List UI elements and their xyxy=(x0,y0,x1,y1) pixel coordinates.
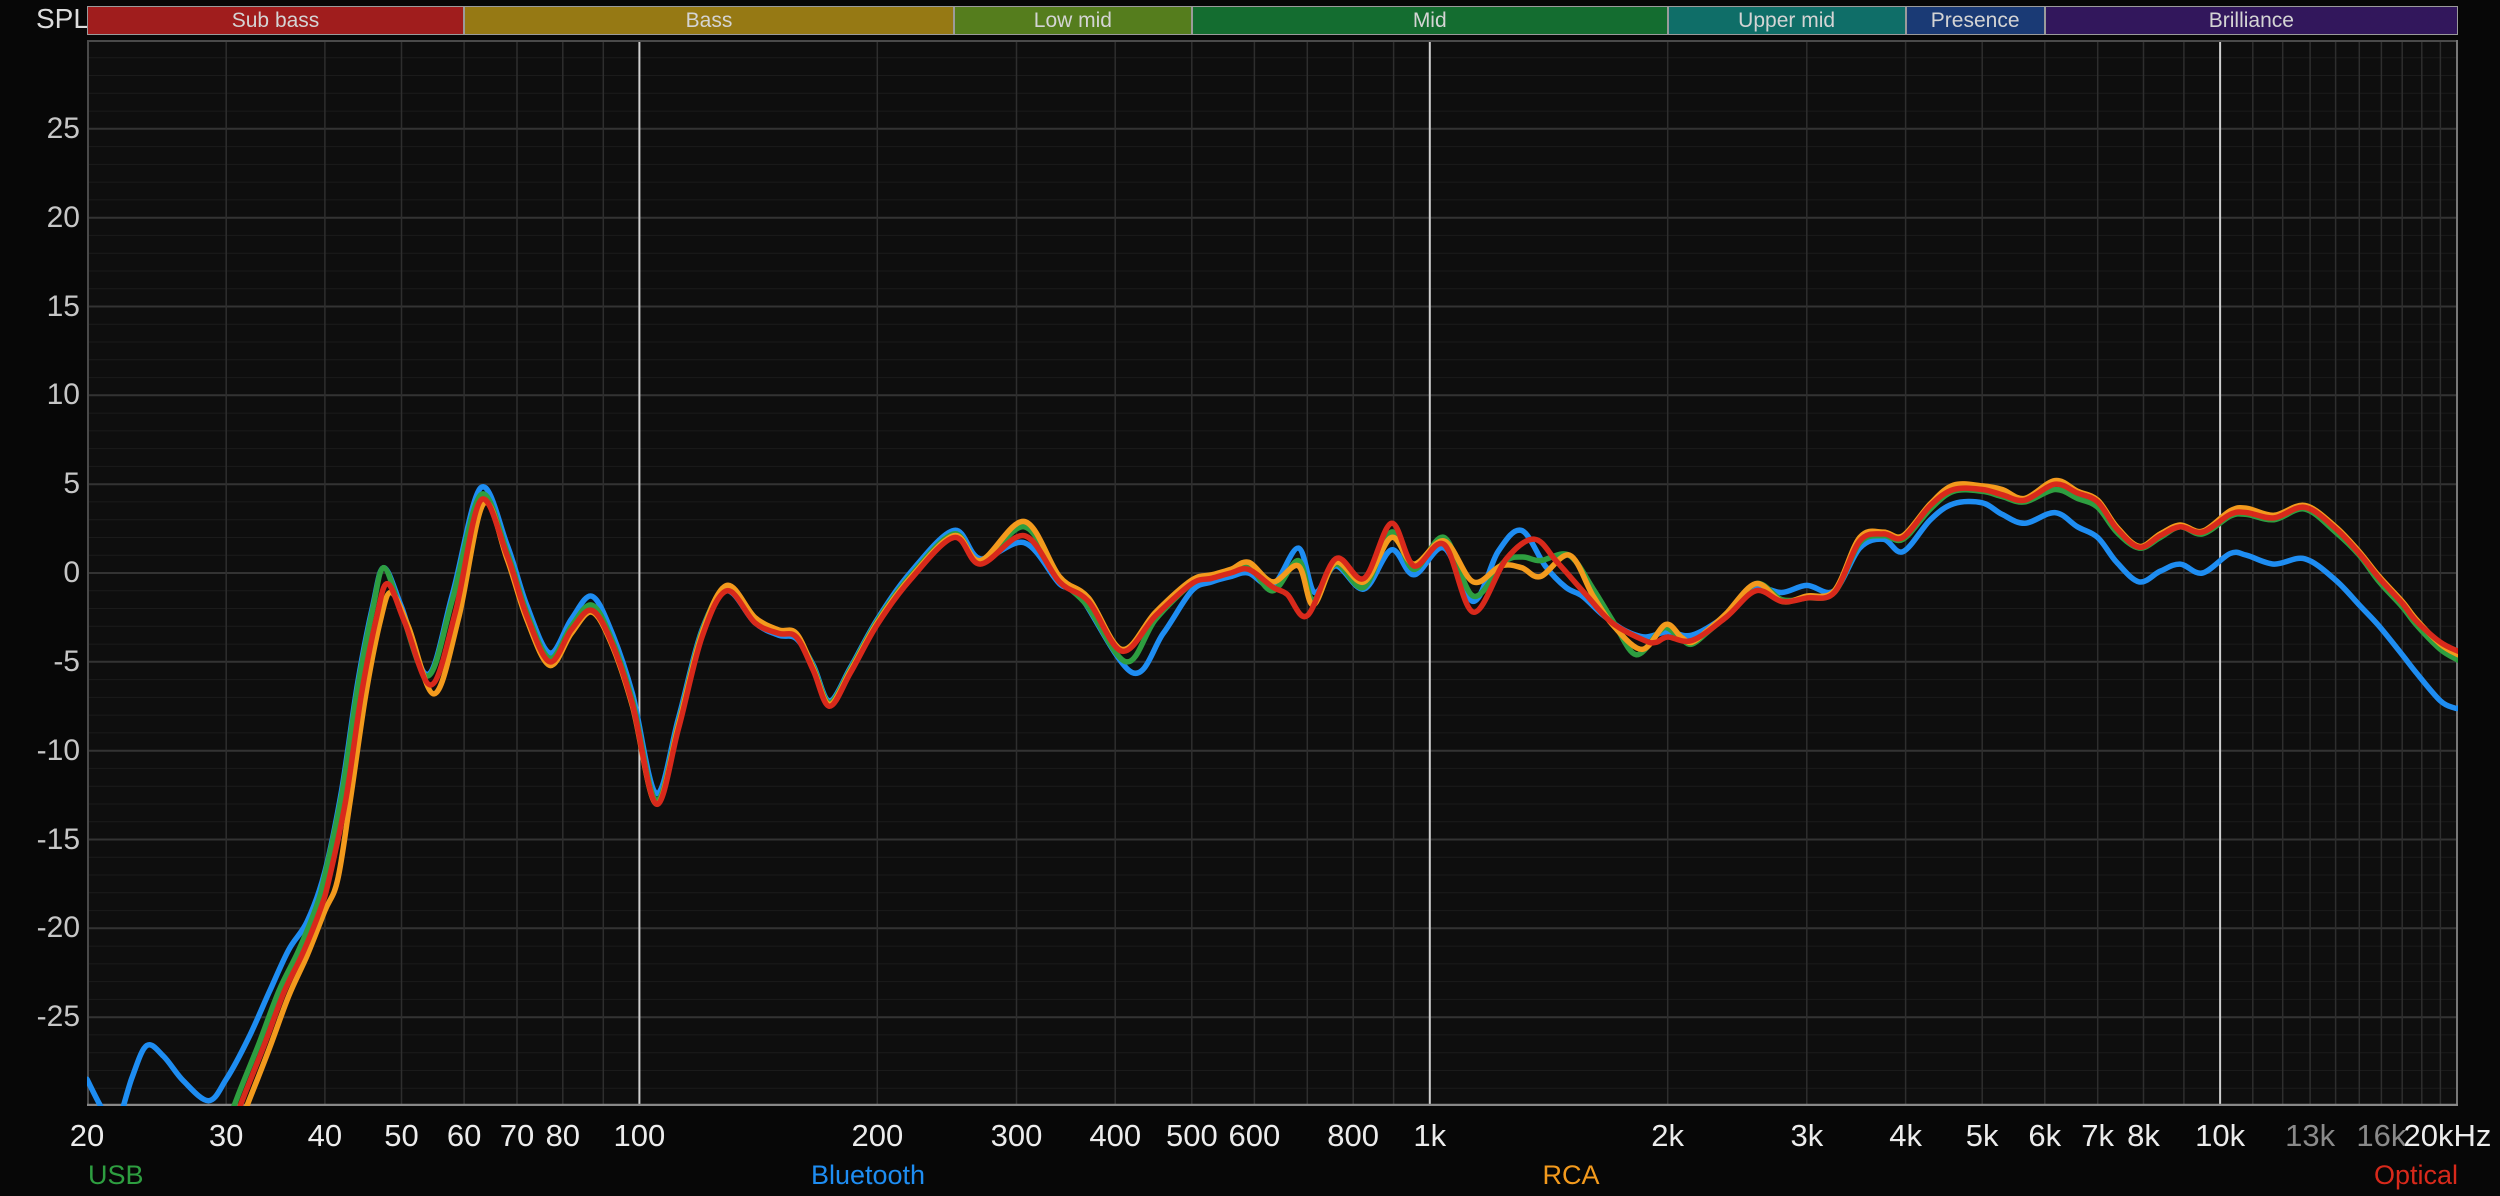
curve-usb xyxy=(231,486,2458,1106)
x-tick-200: 200 xyxy=(851,1118,904,1153)
y-tick-25: 25 xyxy=(46,111,80,145)
band-sub-bass: Sub bass xyxy=(87,6,465,35)
x-tick-300: 300 xyxy=(990,1118,1043,1153)
curve-optical xyxy=(237,481,2458,1106)
band-presence: Presence xyxy=(1905,6,2045,35)
band-upper-mid: Upper mid xyxy=(1667,6,1906,35)
x-tick-70: 70 xyxy=(499,1118,535,1153)
x-tick-1k: 1k xyxy=(1413,1118,1447,1153)
legend-usb: USB xyxy=(88,1160,144,1190)
y-tick-20: 20 xyxy=(46,200,80,234)
band-brilliance: Brilliance xyxy=(2044,6,2458,35)
x-tick-800: 800 xyxy=(1327,1118,1380,1153)
x-axis-tick-labels: 20 30 40 50 60 70 80 100 200 300 400 500 600 800 1k 2k 3… xyxy=(0,1118,2500,1158)
y-tick--20: -20 xyxy=(36,911,80,945)
x-tick-400: 400 xyxy=(1089,1118,1142,1153)
x-tick-6k: 6k xyxy=(2028,1118,2062,1153)
x-tick-100: 100 xyxy=(613,1118,666,1153)
frequency-response-chart xyxy=(87,40,2458,1106)
x-tick-40: 40 xyxy=(307,1118,343,1153)
x-tick-5k: 5k xyxy=(1965,1118,1999,1153)
x-tick-20: 20 xyxy=(69,1118,105,1153)
x-tick-8k: 8k xyxy=(2127,1118,2160,1153)
y-tick-15: 15 xyxy=(46,289,80,323)
band-mid: Mid xyxy=(1191,6,1668,35)
y-tick--15: -15 xyxy=(36,822,80,856)
x-tick-30: 30 xyxy=(208,1118,244,1153)
frequency-band-header-row: Sub bass Bass Low mid Mid Upper mid Presence B… xyxy=(87,6,2458,35)
x-tick-80: 80 xyxy=(545,1118,581,1153)
plot-area xyxy=(87,40,2458,1106)
curve-rca xyxy=(243,477,2458,1106)
band-bass: Bass xyxy=(464,6,954,35)
x-tick-2k: 2k xyxy=(1651,1118,1685,1153)
frequency-response-app: SPL Sub bass Bass Low mid Mid Upper mid Prese… xyxy=(0,0,2500,1196)
x-tick-500: 500 xyxy=(1165,1118,1218,1153)
x-tick-20kHz: 20kHz xyxy=(2403,1118,2492,1153)
y-axis-tick-labels: 25 20 15 10 5 0 -5 -10 -15 -20 -25 xyxy=(0,0,80,1196)
y-tick-0: 0 xyxy=(63,556,80,589)
legend: USB Bluetooth RCA Optical xyxy=(0,1158,2500,1196)
y-tick--25: -25 xyxy=(36,1000,80,1034)
legend-optical: Optical xyxy=(2373,1160,2458,1190)
y-tick-10: 10 xyxy=(46,378,80,412)
band-low-mid: Low mid xyxy=(953,6,1192,35)
x-tick-7k: 7k xyxy=(2081,1118,2115,1153)
x-tick-4k: 4k xyxy=(1889,1118,1922,1153)
x-tick-13k: 13k xyxy=(2285,1118,2336,1153)
y-tick--5: -5 xyxy=(53,644,80,678)
legend-bluetooth: Bluetooth xyxy=(810,1160,926,1190)
x-tick-16k: 16k xyxy=(2356,1118,2407,1153)
legend-rca: RCA xyxy=(1542,1160,1600,1190)
x-tick-3k: 3k xyxy=(1790,1118,1824,1153)
x-tick-60: 60 xyxy=(446,1118,482,1153)
x-tick-50: 50 xyxy=(384,1118,419,1153)
y-tick-5: 5 xyxy=(63,467,80,501)
x-tick-10k: 10k xyxy=(2195,1118,2246,1153)
x-tick-600: 600 xyxy=(1228,1118,1281,1153)
y-tick--10: -10 xyxy=(36,733,80,767)
